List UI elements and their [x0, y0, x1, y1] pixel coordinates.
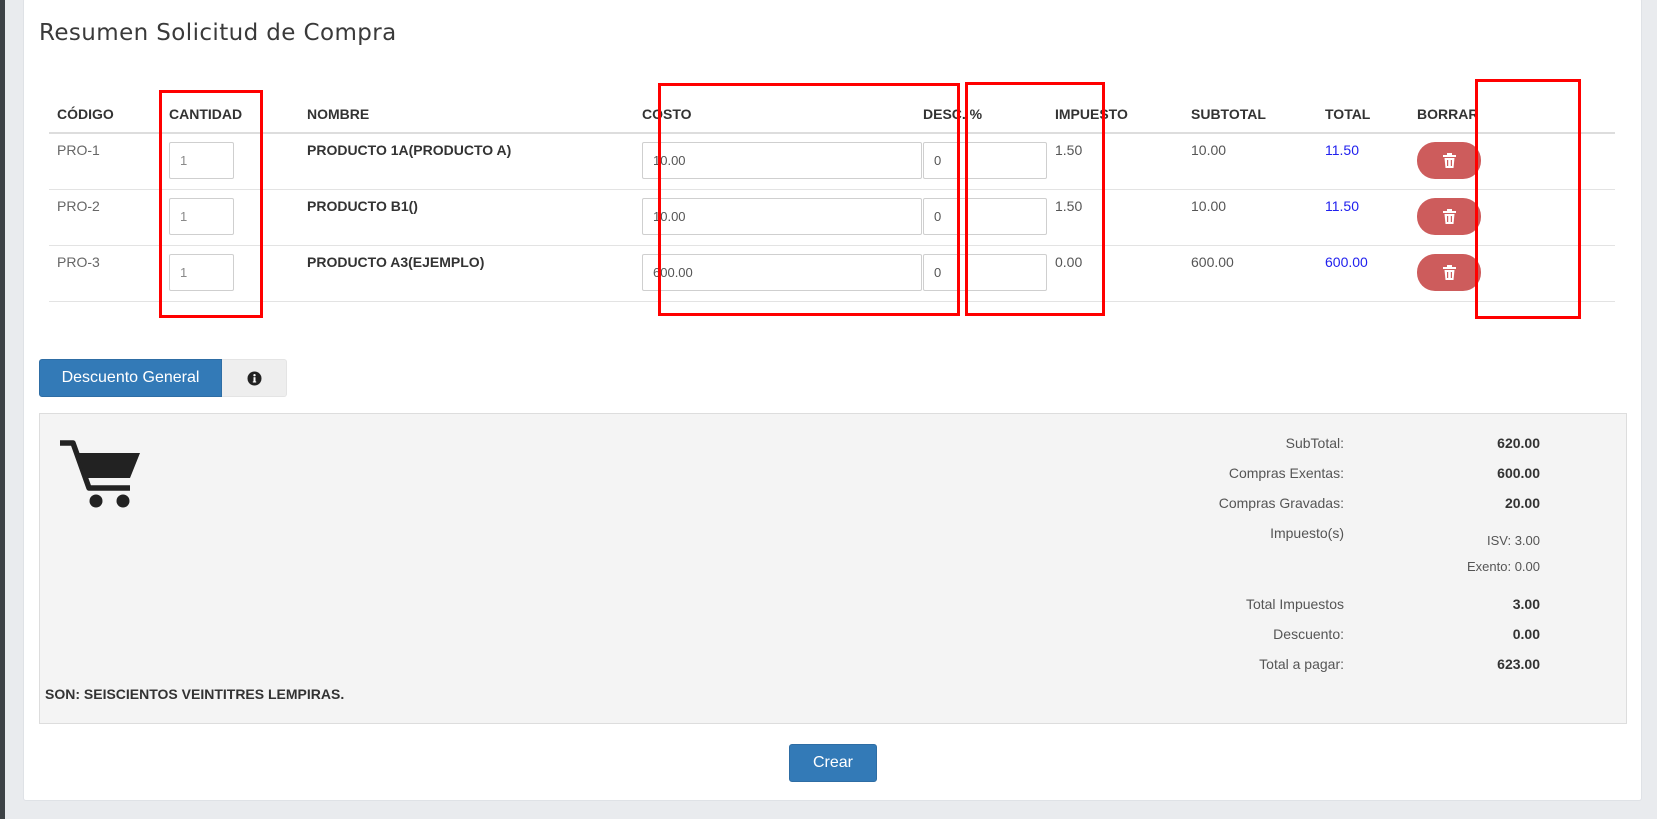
header-total: TOTAL [1317, 92, 1409, 134]
amount-in-words: SON: SEISCIENTOS VEINTITRES LEMPIRAS. [45, 686, 345, 702]
row-discount-cell [915, 245, 1047, 302]
row-cost-cell [634, 133, 922, 190]
row-name: PRODUCTO A3(EJEMPLO) [299, 245, 634, 302]
cost-input[interactable] [642, 254, 922, 291]
row-delete-cell [1409, 133, 1615, 190]
discount-input[interactable] [923, 142, 1047, 179]
delete-button[interactable] [1417, 254, 1481, 291]
quantity-input[interactable] [169, 198, 234, 235]
header-cost: COSTO [634, 92, 915, 134]
row-total: 11.50 [1317, 189, 1409, 246]
trash-icon [1442, 265, 1456, 280]
cost-input[interactable] [642, 198, 922, 235]
row-subtotal: 10.00 [1183, 133, 1317, 190]
total-taxes-value: 3.00 [1512, 596, 1540, 612]
row-code: PRO-2 [49, 189, 161, 246]
summary-panel: SubTotal: 620.00 Compras Exentas: 600.00… [39, 413, 1627, 724]
general-discount-button[interactable]: Descuento General [39, 359, 222, 397]
subtotal-value: 620.00 [1497, 435, 1540, 451]
exempt-purchases-label: Compras Exentas: [1228, 465, 1344, 481]
header-tax: IMPUESTO [1047, 92, 1183, 134]
row-total: 600.00 [1317, 245, 1409, 302]
row-delete-cell [1409, 189, 1615, 246]
header-subtotal: SUBTOTAL [1183, 92, 1317, 134]
discount-button-group: Descuento General [39, 359, 287, 397]
taxed-purchases-label: Compras Gravadas: [1218, 495, 1344, 511]
left-edge-bar [0, 0, 5, 819]
discount-value: 0.00 [1512, 626, 1540, 642]
taxed-purchases-value: 20.00 [1504, 495, 1540, 511]
isv-tax-line: ISV: 3.00 [1487, 533, 1540, 548]
row-discount-cell [915, 133, 1047, 190]
header-discount: DESC. % [915, 92, 1047, 134]
delete-button[interactable] [1417, 142, 1481, 179]
trash-icon [1442, 153, 1456, 168]
shopping-cart-icon [60, 440, 140, 508]
cost-input[interactable] [642, 142, 922, 179]
row-name: PRODUCTO B1() [299, 189, 634, 246]
discount-label: Descuento: [1273, 626, 1344, 642]
quantity-input[interactable] [169, 254, 234, 291]
total-to-pay-value: 623.00 [1497, 656, 1540, 672]
create-button[interactable]: Crear [789, 744, 877, 782]
row-tax: 0.00 [1047, 245, 1183, 302]
exempt-purchases-value: 600.00 [1497, 465, 1540, 481]
table-row: PRO-3 PRODUCTO A3(EJEMPLO) 0.00 600.00 6… [49, 245, 1615, 302]
row-discount-cell [915, 189, 1047, 246]
row-quantity-cell [161, 133, 299, 190]
page-title: Resumen Solicitud de Compra [39, 20, 397, 46]
row-cost-cell [634, 189, 922, 246]
total-to-pay-label: Total a pagar: [1259, 656, 1344, 672]
quantity-input[interactable] [169, 142, 234, 179]
subtotal-label: SubTotal: [1285, 435, 1344, 451]
discount-input[interactable] [923, 254, 1047, 291]
row-quantity-cell [161, 189, 299, 246]
row-tax: 1.50 [1047, 189, 1183, 246]
delete-button[interactable] [1417, 198, 1481, 235]
taxes-label: Impuesto(s) [1270, 525, 1344, 541]
row-subtotal: 600.00 [1183, 245, 1317, 302]
exempt-tax-line: Exento: 0.00 [1467, 559, 1540, 574]
header-quantity: CANTIDAD [161, 92, 299, 134]
row-cost-cell [634, 245, 922, 302]
table-row: PRO-2 PRODUCTO B1() 1.50 10.00 11.50 [49, 189, 1615, 246]
trash-icon [1442, 209, 1456, 224]
info-circle-icon [247, 371, 261, 385]
row-delete-cell [1409, 245, 1615, 302]
header-name: NOMBRE [299, 92, 634, 134]
header-delete: BORRAR [1409, 92, 1615, 134]
row-total: 11.50 [1317, 133, 1409, 190]
row-quantity-cell [161, 245, 299, 302]
table-row: PRO-1 PRODUCTO 1A(PRODUCTO A) 1.50 10.00… [49, 133, 1615, 190]
discount-input[interactable] [923, 198, 1047, 235]
items-table: CÓDIGO CANTIDAD NOMBRE COSTO DESC. % IMP… [49, 92, 1615, 302]
discount-info-button[interactable] [222, 359, 287, 397]
row-tax: 1.50 [1047, 133, 1183, 190]
row-subtotal: 10.00 [1183, 189, 1317, 246]
total-taxes-label: Total Impuestos [1245, 596, 1344, 612]
row-code: PRO-3 [49, 245, 161, 302]
row-name: PRODUCTO 1A(PRODUCTO A) [299, 133, 634, 190]
header-code: CÓDIGO [49, 92, 161, 134]
row-code: PRO-1 [49, 133, 161, 190]
table-header-row: CÓDIGO CANTIDAD NOMBRE COSTO DESC. % IMP… [49, 92, 1615, 134]
